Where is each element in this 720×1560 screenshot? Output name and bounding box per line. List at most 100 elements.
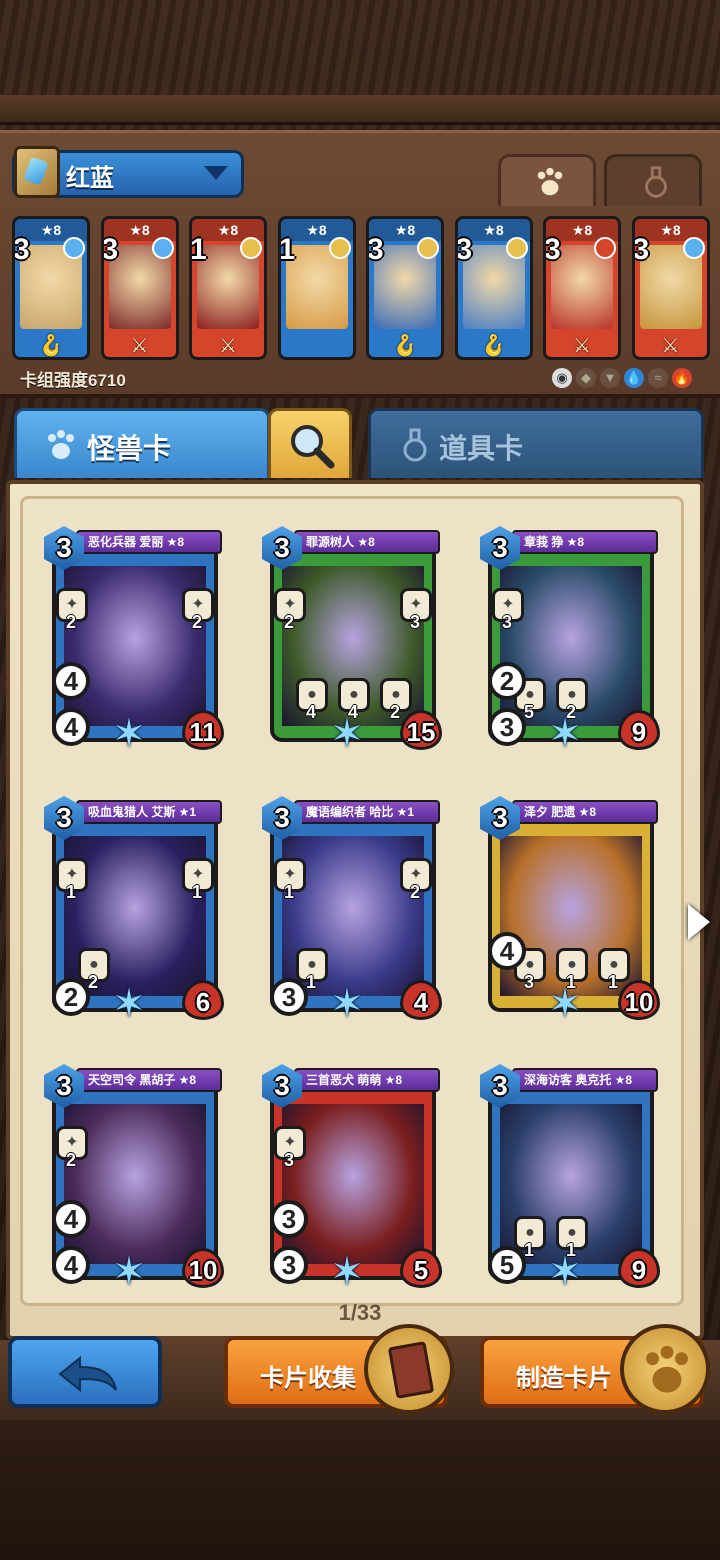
paw-icon [537,167,563,196]
rank-star-icon: ✶ [548,982,582,1026]
back-arrow-icon [58,1355,117,1393]
health-stat: 9 [618,1248,660,1288]
deck-card-cost: 1 [190,233,207,266]
deck-card[interactable]: ★8 3 ⚔ [100,216,179,360]
attack-stat: 3 [270,978,308,1016]
card-title: 泽夕 肥遗 ★8 [512,800,658,824]
card-title: 恶化兵器 爱丽 ★8 [76,530,222,554]
monster-card[interactable]: 吸血鬼猎人 艾斯 ★1 3 ✦ 1 ✦ 1 ● 2 2 ✶ 6 [44,796,224,1024]
health-stat: 5 [400,1248,442,1288]
skill-value: 1 [192,882,203,902]
back-button[interactable] [8,1336,162,1408]
card-collection-label: 卡片收集 [260,1365,356,1392]
card-title: 魔语编织者 哈比 ★1 [294,800,440,824]
dice-stat: 3 [270,1200,308,1238]
card-title: 罪源树人 ★8 [294,530,440,554]
attack-stat: 2 [52,978,90,1016]
down-element-icon[interactable]: ▼ [600,368,620,388]
rank-star-icon: ✶ [112,982,146,1026]
health-stat: 6 [182,980,224,1020]
attack-value: 4 [63,712,79,742]
card-title: 章莪 狰 ★8 [512,530,658,554]
monster-card[interactable]: 泽夕 肥遗 ★8 3 ● 3 ● 1 ● 1 4 ✶ 10 [480,796,660,1024]
card-box-icon[interactable] [364,1324,454,1414]
monster-card[interactable]: 天空司令 黑胡子 ★8 3 ✦ 2 4 4 ✶ 10 [44,1064,224,1292]
attack-value: 2 [63,982,79,1012]
element-gem-icon [240,237,262,259]
dice-value: 4 [499,936,515,966]
tab-item-label: 道具卡 [439,433,524,464]
monster-card[interactable]: 章莪 狰 ★8 3 ✦ 3 ● 5 ● 2 2 3 ✶ 9 [480,526,660,754]
deck-card[interactable]: ★8 1 [277,216,356,360]
deck-book-icon [14,146,60,198]
deck-card-cost: 3 [367,233,384,266]
fire-element-icon[interactable]: 🔥 [672,368,692,388]
wind-element-icon[interactable]: ≈ [648,368,668,388]
tab-item-filter[interactable] [604,154,702,206]
deck-card[interactable]: ★8 3 🪝 [12,216,90,360]
deck-card[interactable]: ★8 3 ⚔ [631,216,710,360]
element-gem-icon [594,237,616,259]
deck-card[interactable]: ★8 1 ⚔ [189,216,267,360]
health-value: 11 [189,717,217,747]
rank-star-icon: ✶ [330,712,364,756]
card-title: 天空司令 黑胡子 ★8 [76,1068,222,1092]
skill-value: 3 [284,1150,295,1170]
weapon-icon: ⚔ [219,335,237,357]
rank-star-icon: ✶ [330,982,364,1026]
skill-value: 2 [192,612,203,632]
monster-card[interactable]: 魔语编织者 哈比 ★1 3 ✦ 1 ✦ 2 ● 1 3 ✶ 4 [262,796,442,1024]
health-value: 6 [195,987,211,1017]
water-element-icon[interactable]: 💧 [624,368,644,388]
monster-card[interactable]: 罪源树人 ★8 3 ✦ 2 ✦ 3 ● 4 ● 4 ● 2 ✶ 15 [262,526,442,754]
skill-value: 1 [284,882,295,902]
weapon-icon: ⚔ [130,335,149,357]
health-value: 10 [188,1255,218,1285]
deck-card[interactable]: ★8 3 🪝 [366,216,444,360]
health-value: 4 [413,987,429,1017]
tab-monster-cards[interactable]: 怪兽卡 [14,408,270,478]
health-stat: 4 [400,980,442,1020]
attack-stat: 3 [270,1246,308,1284]
health-stat: 9 [618,710,660,750]
health-value: 9 [631,1255,647,1285]
deck-card-cost: 3 [632,233,650,266]
dice-stat: 4 [52,662,90,700]
search-button[interactable] [268,408,352,478]
deck-card-cost: 3 [13,233,30,266]
deck-card-cost: 3 [544,233,561,266]
monster-card[interactable]: 恶化兵器 爱丽 ★8 3 ✦ 2 ✦ 2 4 4 ✶ 11 [44,526,224,754]
dice-value: 4 [63,1204,79,1234]
attack-value: 3 [499,712,515,742]
monster-card[interactable]: 三首恶犬 萌萌 ★8 3 ✦ 3 3 3 ✶ 5 [262,1064,442,1292]
deck-card[interactable]: ★8 3 ⚔ [543,216,621,360]
attack-value: 3 [281,1250,297,1280]
page-indicator: 1/33 [338,1300,382,1325]
rank-star-icon: ✶ [112,1250,146,1294]
health-value: 10 [624,987,654,1017]
potion-jar-icon[interactable] [620,1324,710,1414]
monster-card[interactable]: 深海访客 奥克托 ★8 3 ● 1 ● 1 5 ✶ 9 [480,1064,660,1292]
element-filter-icons: ◉ ◆ ▼ 💧 ≈ 🔥 [552,368,692,388]
earth-element-icon[interactable]: ◆ [576,368,596,388]
craft-card-label: 制造卡片 [516,1365,612,1392]
health-value: 5 [413,1255,429,1285]
ability-value: 1 [306,972,317,992]
tab-monster-filter[interactable] [498,154,596,206]
chevron-down-icon[interactable] [204,166,228,180]
element-gem-icon [417,237,439,259]
ability-value: 2 [390,702,401,722]
attack-stat: 5 [488,1246,526,1284]
deck-card-cost: 3 [101,233,119,266]
deck-card-cost: 1 [278,233,296,266]
element-gem-icon [151,237,174,259]
skill-value: 1 [66,882,77,902]
card-title: 深海访客 奥克托 ★8 [512,1068,658,1092]
neutral-element-icon[interactable]: ◉ [552,368,572,388]
skill-value: 3 [410,612,421,632]
weapon-icon [299,333,335,355]
deck-card[interactable]: ★8 3 🪝 [454,216,533,360]
top-border [0,95,720,125]
tab-item-cards[interactable]: 道具卡 [368,408,704,478]
next-page-arrow[interactable] [688,904,710,940]
